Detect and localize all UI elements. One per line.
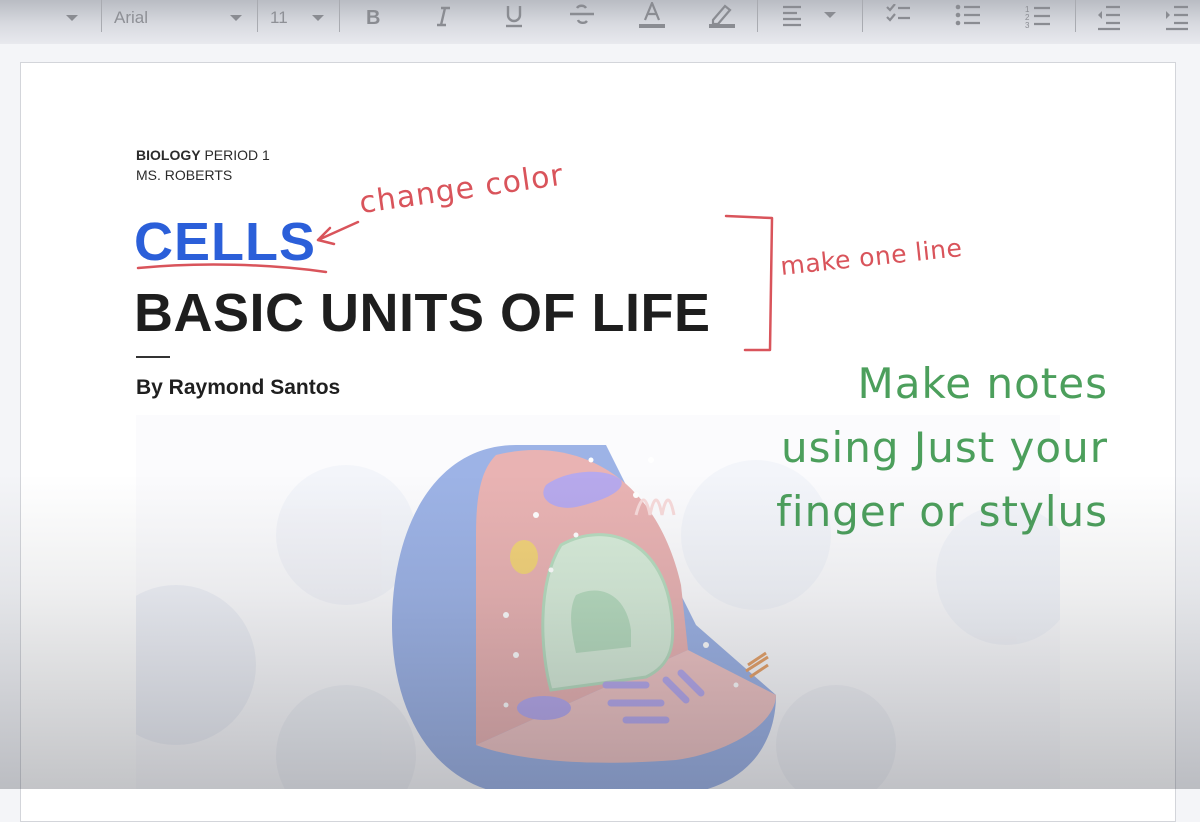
- underline-button[interactable]: [503, 0, 525, 36]
- font-select-value: Arial: [114, 8, 149, 27]
- text-color-icon: [639, 2, 665, 28]
- italic-icon: [437, 6, 450, 27]
- chevron-down-icon: [312, 15, 324, 21]
- strikethrough-icon: [570, 4, 594, 25]
- increase-indent-icon: [1166, 5, 1188, 31]
- decrease-indent-button[interactable]: [1096, 0, 1124, 36]
- highlight-button[interactable]: [706, 0, 736, 36]
- italic-button[interactable]: [432, 0, 454, 36]
- numbered-list-icon: 123: [1025, 5, 1050, 30]
- formatting-toolbar: Arial 11 B 123: [0, 0, 1200, 44]
- title-accent-word: CELLS: [134, 212, 317, 272]
- increase-indent-button[interactable]: [1164, 0, 1192, 36]
- toolbar-divider: [257, 0, 258, 32]
- underline-icon: [506, 6, 522, 28]
- toolbar-divider: [339, 0, 340, 32]
- lysosome: [510, 540, 538, 574]
- note-line: using Just your: [781, 423, 1108, 472]
- numbered-list-button[interactable]: 123: [1025, 0, 1053, 36]
- font-size-value: 11: [270, 8, 288, 27]
- period-label: PERIOD 1: [200, 147, 270, 163]
- font-size-select[interactable]: 11: [270, 0, 324, 36]
- toolbar-divider: [862, 0, 863, 32]
- note-line: finger or stylus: [776, 487, 1108, 536]
- chevron-down-icon: [230, 15, 242, 21]
- strikethrough-button[interactable]: [568, 0, 596, 36]
- checklist-button[interactable]: [886, 0, 914, 36]
- toolbar-divider: [1075, 0, 1076, 32]
- style-select[interactable]: [66, 0, 78, 36]
- checklist-icon: [886, 4, 910, 22]
- class-info: BIOLOGY PERIOD 1 MS. ROBERTS: [136, 145, 270, 185]
- teacher-label: MS. ROBERTS: [136, 167, 233, 183]
- note-handwriting-tip: Make notes using Just your finger or sty…: [748, 352, 1108, 544]
- chevron-down-icon: [66, 15, 78, 21]
- document-title: BASIC UNITS OF LIFE: [134, 283, 711, 343]
- subject-label: BIOLOGY: [136, 147, 201, 163]
- text-color-button[interactable]: [638, 0, 668, 36]
- bulleted-list-button[interactable]: [955, 0, 983, 36]
- font-select[interactable]: Arial: [114, 0, 242, 36]
- bold-icon: B: [366, 7, 380, 29]
- note-line: Make notes: [857, 359, 1108, 408]
- svg-text:B: B: [366, 7, 380, 29]
- toolbar-divider: [757, 0, 758, 32]
- align-left-icon: [783, 5, 836, 27]
- decrease-indent-icon: [1098, 5, 1120, 31]
- title-divider: [136, 356, 170, 358]
- highlight-icon: [709, 4, 735, 28]
- align-button[interactable]: [782, 0, 842, 36]
- author-byline: By Raymond Santos: [136, 376, 341, 399]
- toolbar-divider: [101, 0, 102, 32]
- bold-button[interactable]: B: [364, 0, 386, 36]
- bulleted-list-icon: [955, 4, 980, 26]
- svg-text:3: 3: [1025, 21, 1030, 30]
- mitochondrion-bottom: [517, 696, 571, 720]
